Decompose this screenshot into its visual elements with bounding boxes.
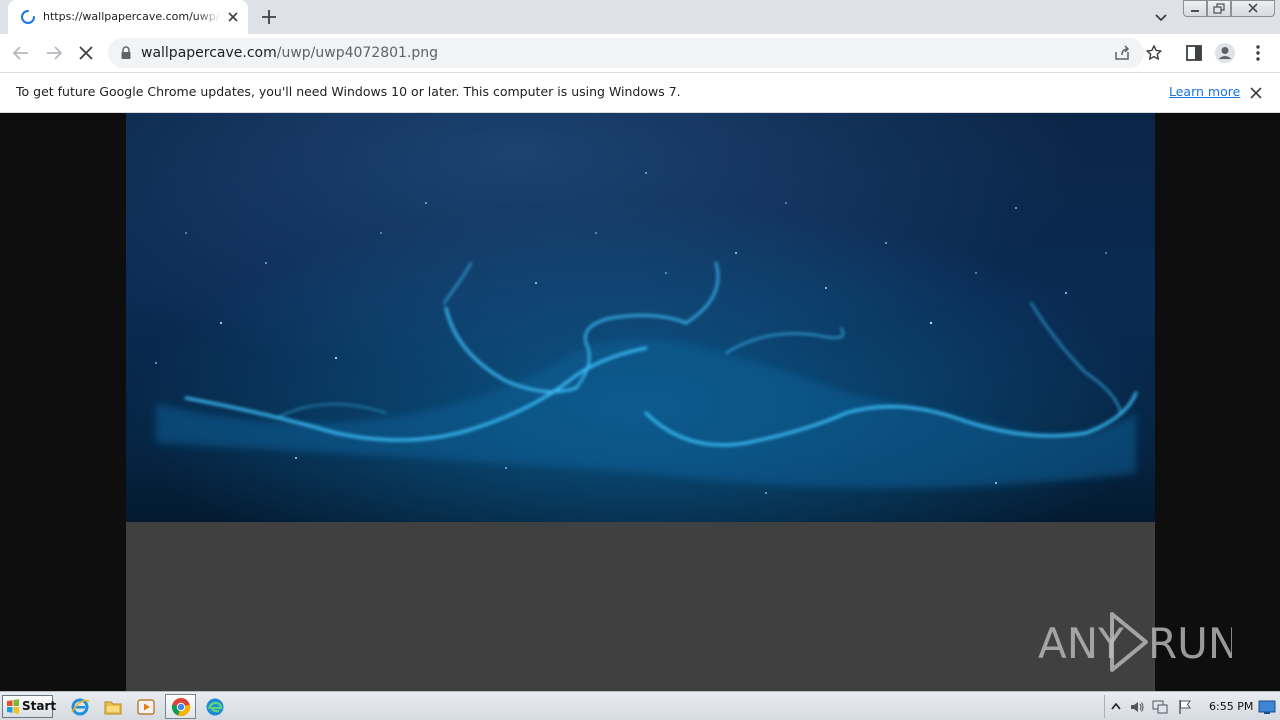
show-desktop-icon[interactable]	[1258, 699, 1276, 715]
browser-tab[interactable]: https://wallpapercave.com/uwp/uwp4072801…	[8, 0, 248, 34]
forward-arrow-icon[interactable]	[43, 42, 65, 64]
tab-strip: https://wallpapercave.com/uwp/uwp4072801…	[0, 0, 1280, 34]
chrome-icon	[171, 698, 191, 717]
action-center-flag-icon[interactable]	[1177, 699, 1193, 715]
bookmark-star-icon[interactable]	[1145, 44, 1163, 62]
window-close-button[interactable]	[1231, 0, 1275, 17]
update-infobar: To get future Google Chrome updates, you…	[0, 72, 1280, 113]
minimize-icon	[1191, 10, 1199, 12]
window-close-icon	[1248, 3, 1258, 13]
image-backdrop	[126, 113, 1155, 691]
tab-title: https://wallpapercave.com/uwp/uwp4072801…	[43, 10, 221, 23]
edge-icon[interactable]	[205, 697, 225, 717]
tab-close-icon[interactable]	[225, 9, 241, 25]
stop-loading-icon[interactable]	[75, 42, 97, 64]
media-player-icon[interactable]	[136, 697, 156, 717]
start-label: Start	[22, 699, 57, 713]
tray-separator	[1104, 695, 1105, 718]
start-button[interactable]: Start	[2, 695, 57, 718]
lock-icon[interactable]	[120, 46, 132, 60]
network-icon[interactable]	[1152, 699, 1168, 715]
restore-icon	[1213, 3, 1225, 14]
page-viewport: ANY RUN	[0, 113, 1280, 691]
show-hidden-icons-chevron-icon[interactable]	[1108, 699, 1124, 715]
profile-avatar-icon[interactable]	[1214, 42, 1236, 64]
new-tab-icon[interactable]	[259, 7, 279, 27]
minimize-button[interactable]	[1183, 0, 1207, 17]
url-host: wallpapercave.com	[141, 45, 277, 61]
infobar-message: To get future Google Chrome updates, you…	[16, 84, 681, 99]
kebab-menu-icon[interactable]	[1247, 42, 1269, 64]
window-controls	[1183, 0, 1275, 18]
restore-button[interactable]	[1207, 0, 1231, 17]
internet-explorer-icon[interactable]	[70, 697, 90, 717]
windows-logo-icon	[7, 699, 19, 714]
address-bar[interactable]: wallpapercave.com/uwp/uwp4072801.png	[108, 38, 1162, 68]
chrome-taskbar-button[interactable]	[165, 694, 196, 719]
browser-toolbar: wallpapercave.com/uwp/uwp4072801.png	[0, 34, 1280, 72]
url-path: /uwp/uwp4072801.png	[276, 45, 439, 61]
infobar-close-icon[interactable]	[1248, 85, 1264, 101]
url-text[interactable]: wallpapercave.com/uwp/uwp4072801.png	[141, 45, 438, 61]
back-arrow-icon[interactable]	[10, 42, 32, 64]
loading-spinner-icon	[21, 10, 35, 24]
side-panel-icon[interactable]	[1183, 42, 1205, 64]
tab-search-chevron-icon[interactable]	[1151, 7, 1171, 27]
taskbar-clock[interactable]: 6:55 PM	[1209, 700, 1253, 713]
nebula-wallpaper-image[interactable]	[126, 113, 1155, 522]
anyrun-watermark-logo: ANY RUN	[1038, 612, 1232, 672]
learn-more-link[interactable]: Learn more	[1169, 84, 1240, 99]
windows-taskbar: Start 6:55 PM	[0, 691, 1280, 720]
share-icon[interactable]	[1113, 44, 1131, 62]
volume-icon[interactable]	[1129, 699, 1145, 715]
file-explorer-icon[interactable]	[103, 697, 123, 717]
watermark-right-text: RUN	[1148, 619, 1232, 668]
